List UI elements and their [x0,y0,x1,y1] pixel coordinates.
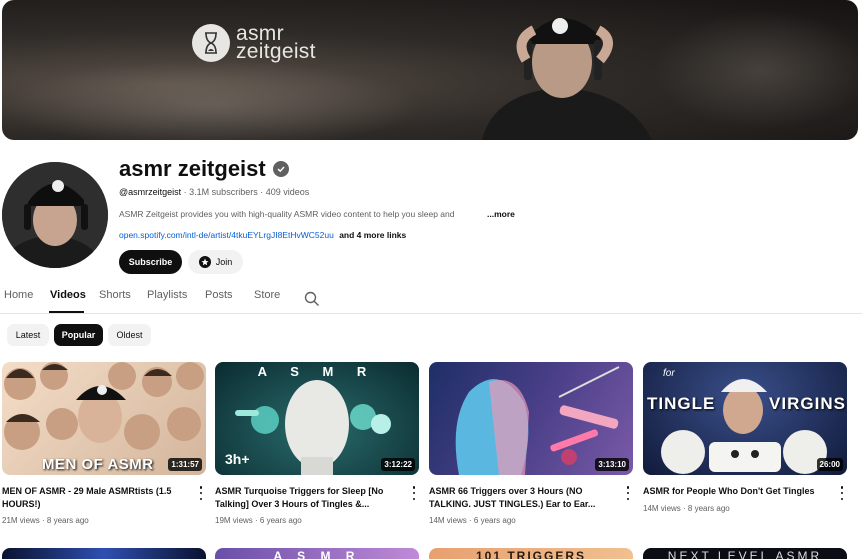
more-actions-icon[interactable] [411,486,417,500]
video-thumbnail-partial[interactable]: NEXT LEVEL ASMR [643,548,847,559]
channel-banner: asmr zeitgeist [2,0,858,140]
more-link[interactable]: ...more [487,209,515,219]
thumbnail-overlay-text: 101 TRIGGERS [475,549,587,559]
active-tab-indicator [49,311,84,313]
channel-meta: @asmrzeitgeist · 3.1M subscribers · 409 … [119,187,310,197]
search-icon[interactable] [304,291,320,307]
view-count: 21M views [2,516,40,525]
thumbnail-overlay-text: TINGLE VIRGINS [647,394,846,413]
thumbnail-overlay-text: A S M R [273,549,361,559]
video-card[interactable]: for TINGLE VIRGINS 26:00 ASMR for People… [643,362,847,513]
video-thumbnail[interactable]: 3:13:10 [429,362,633,475]
upload-age: 6 years ago [259,516,302,525]
tab-home[interactable]: Home [4,289,33,301]
star-badge-icon [198,256,211,268]
video-duration: 3:12:22 [381,458,415,471]
video-title[interactable]: MEN OF ASMR - 29 Male ASMRtists (1.5 HOU… [2,485,187,510]
thumbnail-overlay-small: for [663,368,675,379]
channel-name-text: asmr zeitgeist [119,156,266,181]
upload-age: 6 years ago [473,516,516,525]
channel-links: open.spotify.com/intl-de/artist/4tkuEYLr… [119,230,406,240]
channel-handle: @asmrzeitgeist [119,187,182,197]
thumbnail-overlay-text: A S M R [257,364,377,379]
join-button[interactable]: Join [188,250,243,274]
video-duration: 3:13:10 [595,458,629,471]
banner-smoke [2,60,422,140]
verified-icon [272,161,289,177]
banner-person-image [482,18,652,140]
more-actions-icon[interactable] [839,486,845,500]
channel-tabs: Home Videos Shorts Playlists Posts Store [0,283,862,314]
join-label: Join [215,257,233,267]
video-count: 409 videos [265,187,310,197]
more-actions-icon[interactable] [625,486,631,500]
video-meta: 21M views · 8 years ago [2,516,89,525]
banner-smoke [652,10,858,130]
tab-posts[interactable]: Posts [205,289,233,301]
channel-avatar[interactable] [2,162,108,268]
upload-age: 8 years ago [687,503,730,513]
video-title[interactable]: ASMR for People Who Don't Get Tingles [643,485,828,498]
tab-playlists[interactable]: Playlists [147,289,187,301]
tab-store[interactable]: Store [254,289,280,301]
chip-latest[interactable]: Latest [7,324,49,346]
thumbnail-overlay-text: NEXT LEVEL ASMR [667,549,823,559]
more-links[interactable]: and 4 more links [339,230,406,240]
video-thumbnail[interactable]: for TINGLE VIRGINS 26:00 [643,362,847,475]
description-text: ASMR Zeitgeist provides you with high-qu… [119,209,455,219]
thumbnail-overlay-text: MEN OF ASMR [42,456,154,473]
spotify-link[interactable]: open.spotify.com/intl-de/artist/4tkuEYLr… [119,230,334,240]
video-card[interactable]: A S M R 3h+ 3:12:22 ASMR Turquoise Trigg… [215,362,419,525]
video-thumbnail-partial[interactable] [2,548,206,559]
channel-description[interactable]: ASMR Zeitgeist provides you with high-qu… [119,209,539,219]
channel-name: asmr zeitgeist [119,156,289,182]
video-card[interactable]: 3:13:10 ASMR 66 Triggers over 3 Hours (N… [429,362,633,525]
video-thumbnail[interactable]: MEN OF ASMR 1:31:57 [2,362,206,475]
more-actions-icon[interactable] [198,486,204,500]
video-thumbnail-partial[interactable]: A S M R [215,548,419,559]
view-count: 14M views [429,516,467,525]
banner-logo: asmr zeitgeist [192,23,316,63]
video-meta: 14M views · 6 years ago [429,516,516,525]
view-count: 19M views [215,516,253,525]
video-duration: 26:00 [816,458,843,471]
subscriber-count: 3.1M subscribers [189,187,258,197]
view-count: 14M views [643,503,681,513]
video-meta: 19M views · 6 years ago [215,516,302,525]
video-meta: 14M views · 8 years ago [643,503,730,513]
video-thumbnail-partial[interactable]: 101 TRIGGERS [429,548,633,559]
video-title[interactable]: ASMR 66 Triggers over 3 Hours (NO TALKIN… [429,485,614,510]
chip-oldest[interactable]: Oldest [108,324,151,346]
chip-popular[interactable]: Popular [54,324,103,346]
tab-shorts[interactable]: Shorts [99,289,131,301]
video-thumbnail[interactable]: A S M R 3h+ 3:12:22 [215,362,419,475]
thumbnail-badge: 3h+ [225,451,250,467]
video-title[interactable]: ASMR Turquoise Triggers for Sleep [No Ta… [215,485,400,510]
hourglass-icon [192,24,230,62]
tab-videos[interactable]: Videos [50,289,86,301]
banner-logo-line2: zeitgeist [236,40,316,63]
upload-age: 8 years ago [46,516,89,525]
video-card[interactable]: MEN OF ASMR 1:31:57 MEN OF ASMR - 29 Mal… [2,362,206,525]
subscribe-button[interactable]: Subscribe [119,250,182,274]
video-duration: 1:31:57 [168,458,202,471]
